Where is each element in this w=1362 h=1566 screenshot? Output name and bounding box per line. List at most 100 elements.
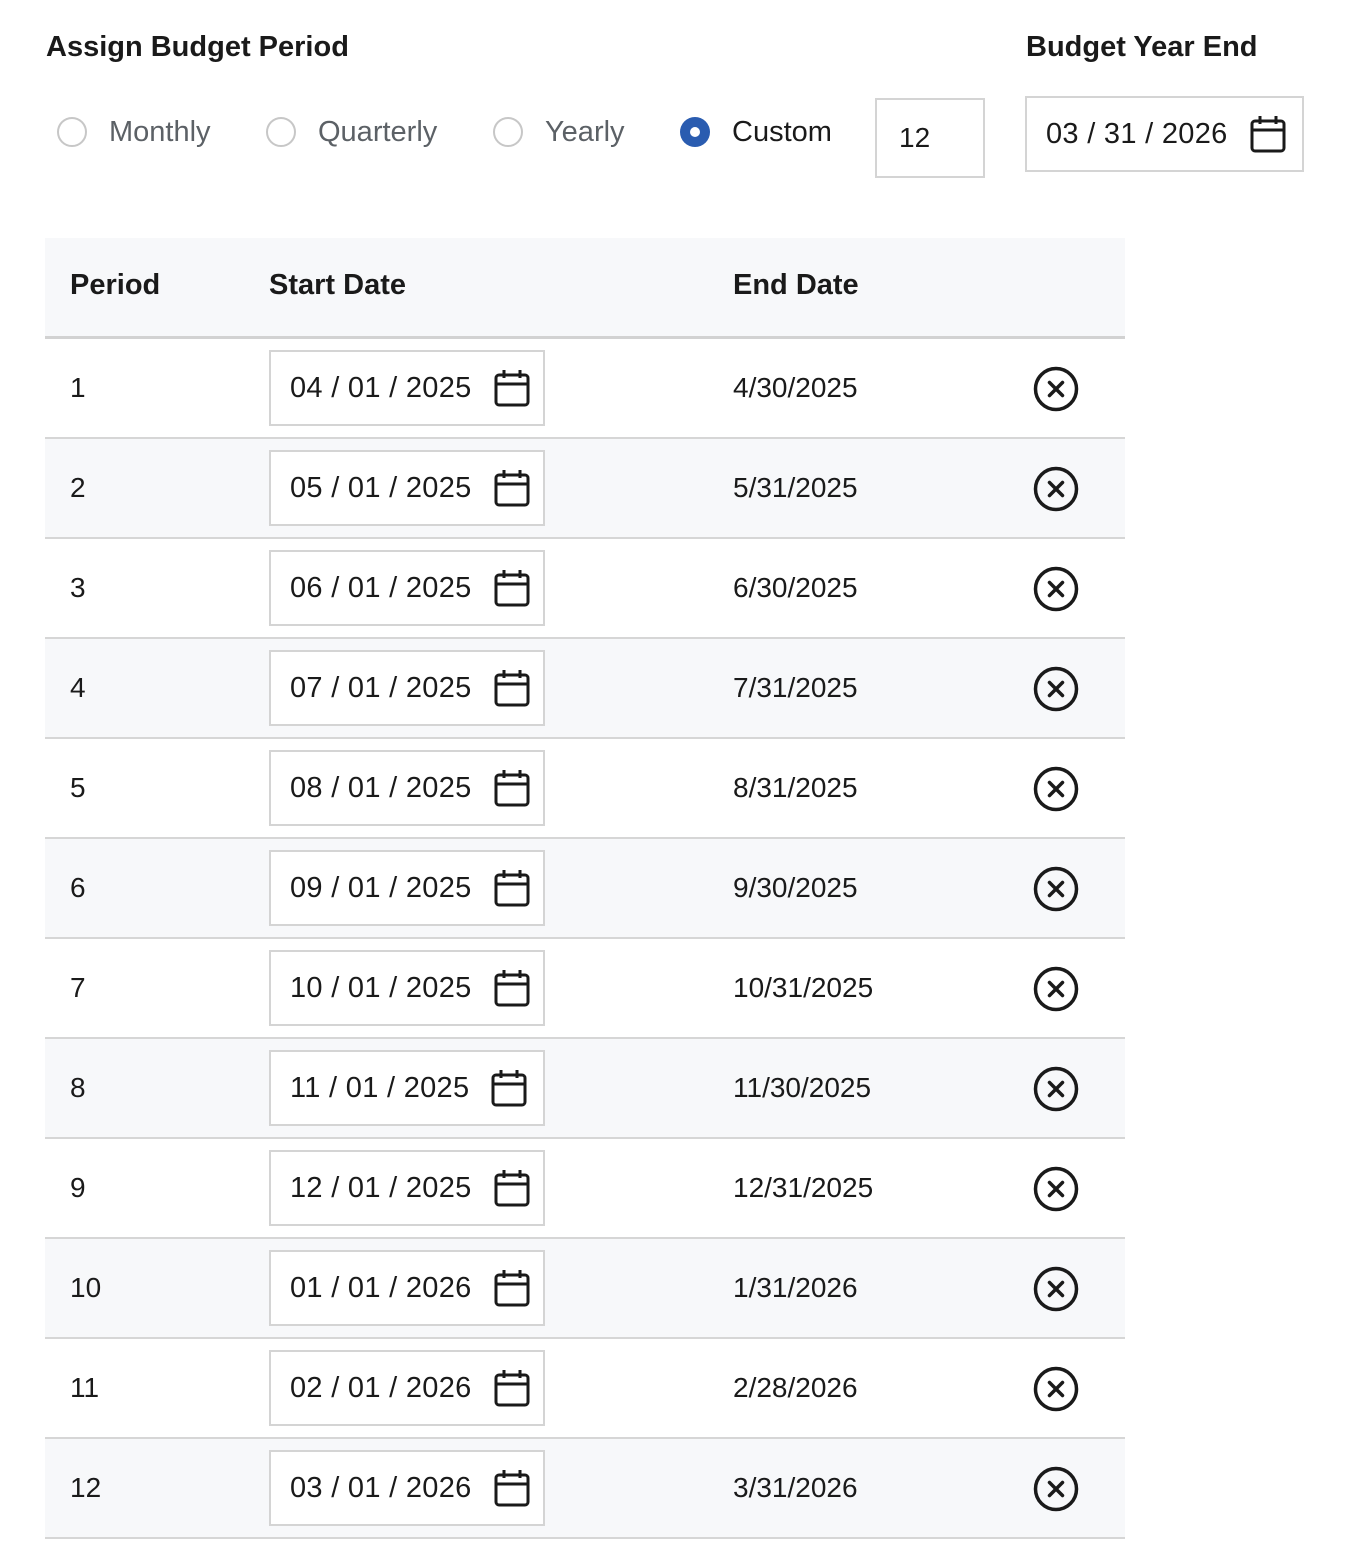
remove-period-button[interactable]	[1033, 766, 1079, 812]
radio-quarterly-circle[interactable]	[266, 117, 296, 147]
start-date-value: 01 / 01 / 2026	[290, 1271, 472, 1304]
end-date-value: 3/31/2026	[733, 1472, 858, 1503]
start-date-value: 10 / 01 / 2025	[290, 971, 472, 1004]
start-date-value: 07 / 01 / 2025	[290, 671, 472, 704]
start-date-input[interactable]: 04 / 01 / 2025	[269, 350, 545, 426]
end-date-value: 1/31/2026	[733, 1272, 858, 1303]
remove-period-button[interactable]	[1033, 966, 1079, 1012]
remove-period-button[interactable]	[1033, 666, 1079, 712]
calendar-icon[interactable]	[494, 469, 530, 507]
start-date-input[interactable]: 11 / 01 / 2025	[269, 1050, 545, 1126]
end-date-value: 5/31/2025	[733, 472, 858, 503]
calendar-icon[interactable]	[494, 1369, 530, 1407]
column-header-start-date: Start Date	[269, 269, 406, 301]
remove-period-button[interactable]	[1033, 466, 1079, 512]
period-number: 8	[70, 1072, 86, 1103]
period-number: 6	[70, 872, 86, 903]
radio-monthly-label: Monthly	[109, 115, 211, 148]
table-row: 9 12 / 01 / 2025 12/31/2025	[45, 1139, 1125, 1239]
remove-period-button[interactable]	[1033, 1366, 1079, 1412]
radio-yearly[interactable]: Yearly	[493, 110, 625, 154]
table-row: 11 02 / 01 / 2026 2/28/2026	[45, 1339, 1125, 1439]
period-number: 10	[70, 1272, 102, 1303]
table-row: 12 03 / 01 / 2026 3/31/2026	[45, 1439, 1125, 1539]
start-date-value: 05 / 01 / 2025	[290, 471, 472, 504]
calendar-icon[interactable]	[494, 1169, 530, 1207]
start-date-input[interactable]: 01 / 01 / 2026	[269, 1250, 545, 1326]
table-row: 5 08 / 01 / 2025 8/31/2025	[45, 739, 1125, 839]
radio-yearly-label: Yearly	[545, 115, 625, 148]
start-date-input[interactable]: 07 / 01 / 2025	[269, 650, 545, 726]
start-date-input[interactable]: 08 / 01 / 2025	[269, 750, 545, 826]
budget-periods-table: Period Start Date End Date 1 04 / 01 / 2…	[45, 238, 1125, 1539]
end-date-value: 8/31/2025	[733, 772, 858, 803]
calendar-icon[interactable]	[1250, 115, 1286, 153]
period-number: 2	[70, 472, 86, 503]
period-number: 11	[70, 1372, 100, 1403]
table-row: 8 11 / 01 / 2025 11/30/2025	[45, 1039, 1125, 1139]
radio-custom-label: Custom	[732, 115, 832, 148]
radio-custom[interactable]: Custom	[680, 110, 832, 154]
start-date-value: 03 / 01 / 2026	[290, 1471, 472, 1504]
calendar-icon[interactable]	[491, 1069, 527, 1107]
remove-period-button[interactable]	[1033, 1066, 1079, 1112]
remove-period-button[interactable]	[1033, 1466, 1079, 1512]
start-date-value: 08 / 01 / 2025	[290, 771, 472, 804]
calendar-icon[interactable]	[494, 869, 530, 907]
end-date-value: 6/30/2025	[733, 572, 858, 603]
custom-period-count-value: 12	[899, 122, 931, 153]
period-number: 7	[70, 972, 86, 1003]
start-date-input[interactable]: 02 / 01 / 2026	[269, 1350, 545, 1426]
calendar-icon[interactable]	[494, 669, 530, 707]
column-header-period: Period	[70, 269, 161, 301]
calendar-icon[interactable]	[494, 1469, 530, 1507]
end-date-value: 7/31/2025	[733, 672, 858, 703]
calendar-icon[interactable]	[494, 969, 530, 1007]
calendar-icon[interactable]	[494, 1269, 530, 1307]
remove-period-button[interactable]	[1033, 1266, 1079, 1312]
start-date-input[interactable]: 12 / 01 / 2025	[269, 1150, 545, 1226]
table-row: 1 04 / 01 / 2025 4/30/2025	[45, 339, 1125, 439]
period-number: 12	[70, 1472, 102, 1503]
remove-period-button[interactable]	[1033, 1166, 1079, 1212]
calendar-icon[interactable]	[494, 769, 530, 807]
table-header: Period Start Date End Date	[45, 238, 1125, 339]
remove-period-button[interactable]	[1033, 366, 1079, 412]
table-row: 6 09 / 01 / 2025 9/30/2025	[45, 839, 1125, 939]
table-row: 3 06 / 01 / 2025 6/30/2025	[45, 539, 1125, 639]
radio-quarterly-label: Quarterly	[318, 115, 438, 148]
start-date-input[interactable]: 10 / 01 / 2025	[269, 950, 545, 1026]
calendar-icon[interactable]	[494, 369, 530, 407]
start-date-value: 04 / 01 / 2025	[290, 371, 472, 404]
budget-year-end-title: Budget Year End	[1026, 31, 1258, 63]
calendar-icon[interactable]	[494, 569, 530, 607]
radio-yearly-circle[interactable]	[493, 117, 523, 147]
period-number: 5	[70, 772, 86, 803]
radio-quarterly[interactable]: Quarterly	[266, 110, 437, 154]
remove-period-button[interactable]	[1033, 866, 1079, 912]
table-row: 4 07 / 01 / 2025 7/31/2025	[45, 639, 1125, 739]
start-date-input[interactable]: 05 / 01 / 2025	[269, 450, 545, 526]
end-date-value: 10/31/2025	[733, 972, 874, 1003]
start-date-value: 11 / 01 / 2025	[290, 1071, 470, 1104]
budget-year-end-date-input[interactable]: 03 / 31 / 2026	[1025, 96, 1304, 172]
table-body: 1 04 / 01 / 2025 4/30/2025 2 05 / 01 / 2…	[45, 339, 1125, 1539]
start-date-value: 09 / 01 / 2025	[290, 871, 472, 904]
start-date-input[interactable]: 06 / 01 / 2025	[269, 550, 545, 626]
radio-monthly[interactable]: Monthly	[57, 110, 211, 154]
radio-monthly-circle[interactable]	[57, 117, 87, 147]
start-date-value: 06 / 01 / 2025	[290, 571, 472, 604]
period-number: 1	[70, 372, 86, 403]
period-number: 4	[70, 672, 86, 703]
end-date-value: 12/31/2025	[733, 1172, 874, 1203]
radio-custom-circle[interactable]	[680, 117, 710, 147]
remove-period-button[interactable]	[1033, 566, 1079, 612]
budget-period-form: Assign Budget Period Budget Year End Mon…	[0, 0, 1362, 1566]
period-number: 3	[70, 572, 86, 603]
end-date-value: 2/28/2026	[733, 1372, 858, 1403]
start-date-input[interactable]: 09 / 01 / 2025	[269, 850, 545, 926]
start-date-input[interactable]: 03 / 01 / 2026	[269, 1450, 545, 1526]
column-header-end-date: End Date	[733, 269, 859, 301]
end-date-value: 4/30/2025	[733, 372, 858, 403]
custom-period-count-input[interactable]: 12	[875, 98, 985, 178]
